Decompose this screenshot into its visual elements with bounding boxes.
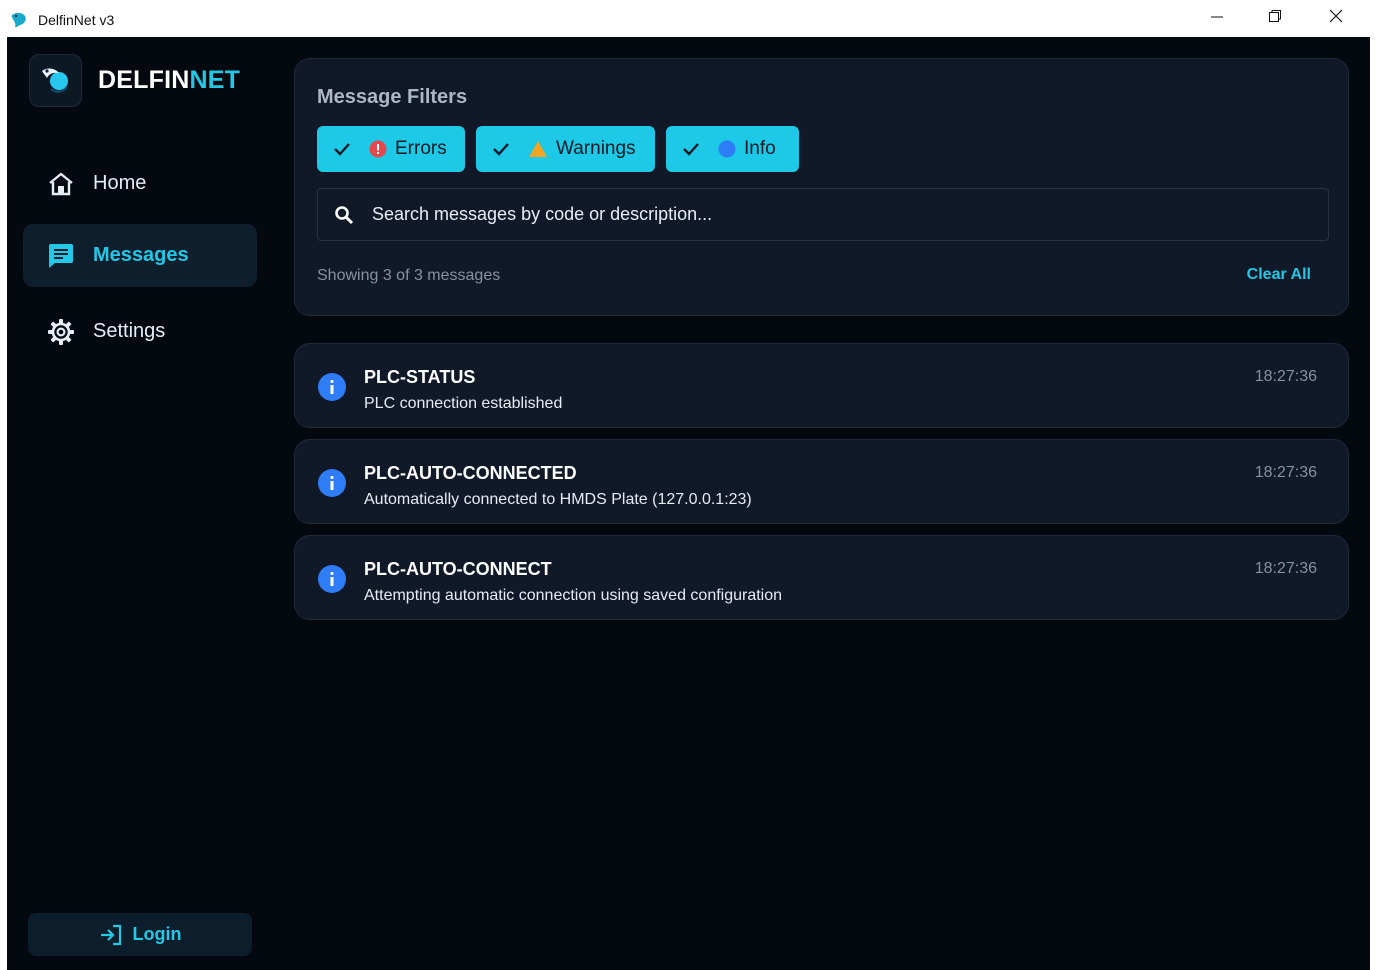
login-icon xyxy=(99,924,123,946)
filter-chip-label: Errors xyxy=(395,138,447,159)
message-count: Showing 3 of 3 messages xyxy=(317,267,501,284)
message-time: 18:27:36 xyxy=(1254,464,1317,481)
brand: DELFINNET xyxy=(29,53,240,107)
info-icon xyxy=(318,373,346,401)
search-field[interactable] xyxy=(317,188,1329,241)
app-window: DELFINNET Home Messages Settings Login M… xyxy=(7,37,1370,970)
minimize-icon xyxy=(1210,9,1224,28)
home-icon xyxy=(47,170,75,198)
filter-chip-errors[interactable]: Errors xyxy=(317,126,465,172)
sidebar-item-messages[interactable]: Messages xyxy=(23,224,257,287)
login-button[interactable]: Login xyxy=(28,913,252,956)
brand-name-part2: NET xyxy=(189,65,241,94)
message-description: PLC connection established xyxy=(364,395,563,412)
clear-all-button[interactable]: Clear All xyxy=(1247,266,1311,284)
filter-chip-label: Warnings xyxy=(556,138,636,159)
close-icon xyxy=(1329,9,1343,28)
close-button[interactable] xyxy=(1310,0,1362,37)
message-code: PLC-AUTO-CONNECTED xyxy=(364,463,577,483)
check-icon xyxy=(682,142,700,156)
search-input[interactable] xyxy=(372,204,1272,225)
filter-chip-label: Info xyxy=(744,138,776,159)
sidebar-item-label: Home xyxy=(93,172,147,194)
sidebar-item-label: Messages xyxy=(93,244,189,266)
sidebar-item-home[interactable]: Home xyxy=(23,152,257,215)
message-icon xyxy=(47,242,75,270)
message-card[interactable]: PLC-AUTO-CONNECTED Automatically connect… xyxy=(294,439,1349,524)
message-filters-panel: Message Filters Errors Warnings Info Sea… xyxy=(294,58,1349,316)
message-code: PLC-STATUS xyxy=(364,367,476,387)
search-icon xyxy=(334,205,354,225)
gear-icon xyxy=(47,318,75,346)
brand-name-part1: DELFIN xyxy=(98,65,190,94)
message-card[interactable]: PLC-AUTO-CONNECT Attempting automatic co… xyxy=(294,535,1349,620)
filter-chip-info[interactable]: Info xyxy=(666,126,799,172)
info-dot-icon xyxy=(718,140,736,158)
message-time: 18:27:36 xyxy=(1254,368,1317,385)
brand-name: DELFINNET xyxy=(98,66,240,95)
warning-triangle-icon xyxy=(528,140,548,158)
minimize-button[interactable] xyxy=(1191,0,1243,37)
info-icon xyxy=(318,565,346,593)
window-titlebar: DelfinNet v3 xyxy=(0,0,1375,37)
message-description: Automatically connected to HMDS Plate (1… xyxy=(364,491,752,508)
sidebar: DELFINNET Home Messages Settings Login xyxy=(7,37,277,970)
message-description: Attempting automatic connection using sa… xyxy=(364,587,783,604)
check-icon xyxy=(333,142,351,156)
check-icon xyxy=(492,142,510,156)
brand-logo-icon xyxy=(29,53,82,107)
app-logo-icon xyxy=(10,11,28,29)
info-icon xyxy=(318,469,346,497)
restore-icon xyxy=(1268,9,1282,28)
error-dot-icon xyxy=(369,140,387,158)
login-label: Login xyxy=(132,924,182,944)
message-time: 18:27:36 xyxy=(1254,560,1317,577)
window-title: DelfinNet v3 xyxy=(38,12,115,28)
message-card[interactable]: PLC-STATUS PLC connection established 18… xyxy=(294,343,1349,428)
restore-button[interactable] xyxy=(1249,0,1301,37)
message-code: PLC-AUTO-CONNECT xyxy=(364,559,552,579)
filters-title: Message Filters xyxy=(317,86,468,108)
sidebar-item-label: Settings xyxy=(93,320,166,342)
sidebar-item-settings[interactable]: Settings xyxy=(23,300,257,363)
filter-chip-warnings[interactable]: Warnings xyxy=(476,126,655,172)
